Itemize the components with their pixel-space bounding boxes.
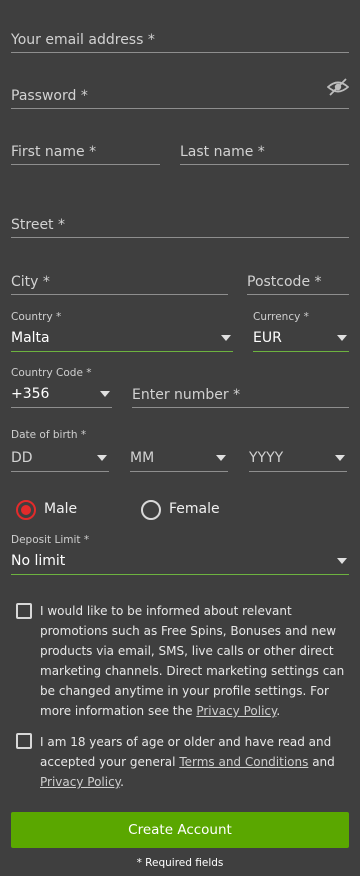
last-name-placeholder: Last name * [180,144,265,160]
country-value: Malta [11,330,50,346]
deposit-limit-select[interactable]: No limit [11,548,349,575]
country-label: Country * [11,311,62,323]
dob-year-value: YYYY [249,450,284,466]
promotions-checkbox[interactable] [16,603,32,619]
female-label[interactable]: Female [169,501,220,517]
street-field[interactable]: Street * [11,211,349,238]
privacy-policy-link[interactable]: Privacy Policy [196,704,276,718]
street-placeholder: Street * [11,217,65,233]
password-field[interactable]: Password * [11,82,349,109]
chevron-down-icon [335,455,345,461]
phone-field[interactable]: Enter number * [132,381,349,408]
postcode-placeholder: Postcode * [247,274,322,290]
country-code-value: +356 [11,386,50,402]
city-placeholder: City * [11,274,50,290]
currency-label: Currency * [253,311,309,323]
dob-day-select[interactable]: DD [11,445,109,472]
required-fields-note: * Required fields [136,857,224,869]
first-name-placeholder: First name * [11,144,97,160]
chevron-down-icon [337,335,347,341]
chevron-down-icon [337,558,347,564]
dob-month-value: MM [130,450,155,466]
chevron-down-icon [216,455,226,461]
terms-link[interactable]: Terms and Conditions [179,755,308,769]
terms-checkbox[interactable] [16,733,32,749]
dob-year-select[interactable]: YYYY [249,445,347,472]
create-account-button[interactable]: Create Account [11,812,349,848]
postcode-field[interactable]: Postcode * [247,268,349,295]
deposit-limit-label: Deposit Limit * [11,534,90,546]
email-placeholder: Your email address * [11,32,155,48]
privacy-policy-link[interactable]: Privacy Policy [40,775,120,789]
promotions-text: I would like to be informed about releva… [40,604,345,718]
phone-placeholder: Enter number * [132,387,241,403]
male-radio[interactable] [16,500,36,520]
last-name-field[interactable]: Last name * [180,138,349,165]
email-field[interactable]: Your email address * [11,26,349,53]
country-select[interactable]: Malta [11,325,233,352]
terms-text: I am 18 years of age or older and have r… [40,735,335,789]
currency-select[interactable]: EUR [253,325,349,352]
deposit-limit-value: No limit [11,553,66,569]
city-field[interactable]: City * [11,268,228,295]
password-placeholder: Password * [11,88,88,104]
dob-label: Date of birth * [11,429,87,441]
chevron-down-icon [221,335,231,341]
currency-value: EUR [253,330,282,346]
first-name-field[interactable]: First name * [11,138,160,165]
country-code-select[interactable]: +356 [11,381,112,408]
female-radio[interactable] [141,500,161,520]
eye-slash-icon[interactable] [326,77,350,97]
chevron-down-icon [100,391,110,397]
dob-day-value: DD [11,450,33,466]
chevron-down-icon [97,455,107,461]
dob-month-select[interactable]: MM [130,445,228,472]
male-label[interactable]: Male [44,501,77,517]
country-code-label: Country Code * [11,367,92,379]
